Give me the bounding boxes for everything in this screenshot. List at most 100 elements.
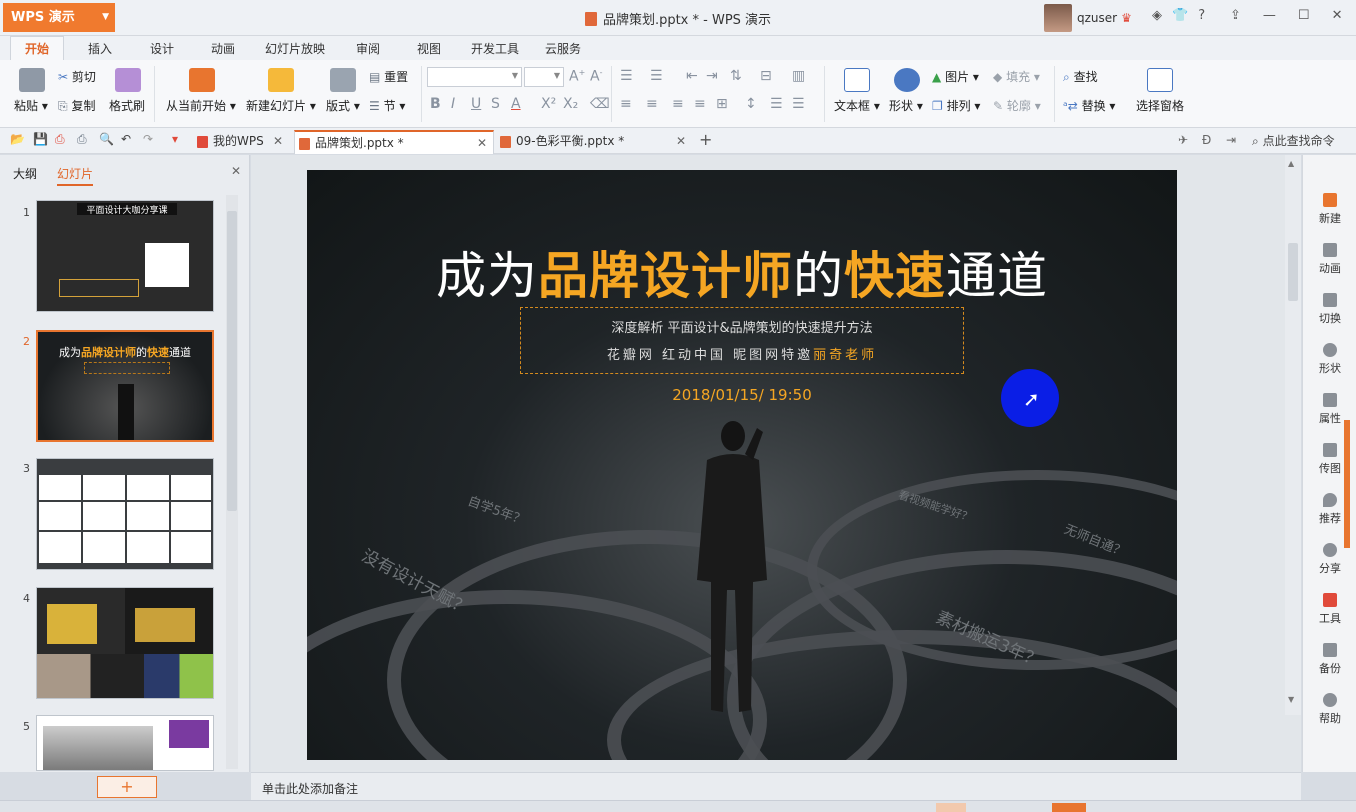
find-button[interactable]: ⌕ 查找 [1063,68,1098,85]
paragraph-spacing-icon[interactable]: ☰ [770,96,783,112]
slide-canvas[interactable]: 成为品牌设计师的快速通道 深度解析 平面设计&品牌策划的快速提升方法 花瓣网 红… [307,170,1177,760]
tab-view[interactable]: 视图 [417,40,441,57]
clear-format-icon[interactable]: ⌫ [590,96,610,112]
new-button[interactable]: 新建 [1303,193,1356,226]
decrease-indent-icon[interactable]: ⇤ [686,68,698,84]
section-button[interactable]: ☰ 节 ▾ [369,97,405,114]
maximize-button[interactable]: ☐ [1298,8,1310,23]
font-size-combo[interactable]: ▼ [524,67,564,87]
tab-slides[interactable]: 幻灯片 [57,165,94,186]
paragraph-settings-icon[interactable]: ☰ [792,96,805,112]
line-spacing-icon[interactable]: ↕ [745,96,757,112]
shrink-font-icon[interactable]: A- [590,68,602,85]
help-icon[interactable]: ? [1198,8,1205,23]
skin-icon[interactable]: 👕 [1172,8,1188,23]
copy-button[interactable]: ⎘ 复制 [58,97,95,114]
bold-icon[interactable]: B [430,96,441,112]
tab-review[interactable]: 审阅 [356,40,380,57]
scroll-up-icon[interactable]: ▲ [1288,159,1294,168]
help-button[interactable]: 帮助 [1303,693,1356,726]
arrange-button[interactable]: ❐ 排列 ▾ [932,97,980,114]
tab-outline[interactable]: 大纲 [13,165,37,182]
scroll-down-icon[interactable]: ▼ [1288,695,1294,704]
layout-icon[interactable] [330,68,356,92]
slide-thumbnail-5[interactable] [36,715,214,771]
textbox-button[interactable]: 文本框 ▾ [834,97,880,114]
tool-icon[interactable]: ✈ [1178,133,1188,147]
grow-font-icon[interactable]: A+ [569,68,585,85]
export-pdf-icon[interactable]: ⎙ [55,132,65,147]
replace-button[interactable]: ᵃ⇄ 替换 ▾ [1063,97,1115,114]
paste-button[interactable]: 粘贴 ▾ [14,97,48,114]
layout-button[interactable]: 版式 ▾ [326,97,360,114]
italic-icon[interactable]: I [451,96,455,112]
tab-animation[interactable]: 动画 [211,40,235,57]
numbered-list-icon[interactable]: ☰ [650,68,663,84]
print-icon[interactable]: ⎙ [77,132,87,147]
normal-view-button[interactable] [936,803,966,812]
shape-pane-button[interactable]: 形状 [1303,343,1356,376]
fill-button[interactable]: ◆ 填充 ▾ [993,68,1040,85]
slide-thumbnail-1[interactable]: 平面设计大咖分享课 [36,200,214,312]
outline-button[interactable]: ✎ 轮廓 ▾ [993,97,1041,114]
user-account[interactable]: qzuser ♛ [1044,4,1132,32]
slideshow-button[interactable] [1052,803,1086,812]
scroll-thumb[interactable] [1288,243,1298,301]
undo-icon[interactable]: ↶ [121,132,131,146]
tab-design[interactable]: 设计 [150,40,174,57]
distribute-icon[interactable]: ⊞ [716,96,728,112]
justify-icon[interactable]: ≡ [694,96,706,112]
bullet-list-icon[interactable]: ☰ [620,68,633,84]
share-icon[interactable]: ⇥ [1226,133,1236,147]
reset-button[interactable]: ▤ 重置 [369,68,408,85]
shape-button[interactable]: 形状 ▾ [889,97,923,114]
align-right-icon[interactable]: ≡ [672,96,684,112]
new-tab-icon[interactable]: + [699,130,712,149]
minimize-button[interactable]: — [1263,8,1276,23]
increase-indent-icon[interactable]: ⇥ [706,68,718,84]
vip-icon[interactable]: ♛ [1121,11,1132,25]
animation-button[interactable]: 动画 [1303,243,1356,276]
underline-icon[interactable]: U [471,96,481,112]
close-tab-icon[interactable]: ✕ [676,130,686,152]
avatar[interactable] [1044,4,1072,32]
open-folder-icon[interactable]: 📂 [10,132,25,146]
tab-developer[interactable]: 开发工具 [471,40,519,57]
transition-button[interactable]: 切换 [1303,293,1356,326]
tab-cloud[interactable]: 云服务 [545,40,581,57]
play-from-current-button[interactable]: 从当前开始 ▾ [166,97,236,114]
slide-thumbnail-4[interactable] [36,587,214,699]
command-search[interactable]: ⌕ 点此查找命令 [1252,132,1335,149]
subscript-icon[interactable]: X₂ [563,96,578,112]
upload-icon[interactable]: ⇪ [1230,8,1241,23]
strikethrough-icon[interactable]: S [491,96,500,112]
close-tab-icon[interactable]: ✕ [477,132,487,154]
customize-quick-access-icon[interactable]: ▾ [172,132,178,146]
tab-insert[interactable]: 插入 [88,40,112,57]
backup-button[interactable]: 备份 [1303,643,1356,676]
new-slide-icon[interactable] [268,68,294,92]
tools-button[interactable]: 工具 [1303,593,1356,626]
save-icon[interactable]: 💾 [33,132,48,146]
font-name-combo[interactable]: ▼ [427,67,522,87]
add-slide-button[interactable]: + [97,776,157,798]
doc-tab-color-balance[interactable]: 09-色彩平衡.pptx * ✕ [496,130,692,154]
format-painter-icon[interactable] [115,68,141,92]
play-from-current-icon[interactable] [189,68,215,92]
slide-thumbnail-2[interactable]: 成为品牌设计师的快速通道 [36,330,214,442]
format-painter-button[interactable]: 格式刷 [109,97,145,114]
selection-pane-button[interactable]: 选择窗格 [1136,97,1184,114]
slide-thumbnail-3[interactable] [36,458,214,570]
text-direction-icon[interactable]: ⇅ [730,68,742,84]
doc-tab-my-wps[interactable]: 我的WPS ✕ [193,130,289,154]
paste-icon[interactable] [19,68,45,92]
tab-home[interactable]: 开始 [10,36,65,60]
print-preview-icon[interactable]: 🔍 [99,132,114,146]
align-left-icon[interactable]: ≡ [620,96,632,112]
canvas-scrollbar[interactable]: ▲ ▼ [1285,155,1301,715]
picture-button[interactable]: ▲ 图片 ▾ [932,68,979,85]
font-color-icon[interactable]: A [511,96,521,112]
doc-tab-brand-plan[interactable]: 品牌策划.pptx * ✕ [294,130,494,154]
textbox-icon[interactable] [844,68,870,92]
selection-pane-icon[interactable] [1147,68,1173,92]
